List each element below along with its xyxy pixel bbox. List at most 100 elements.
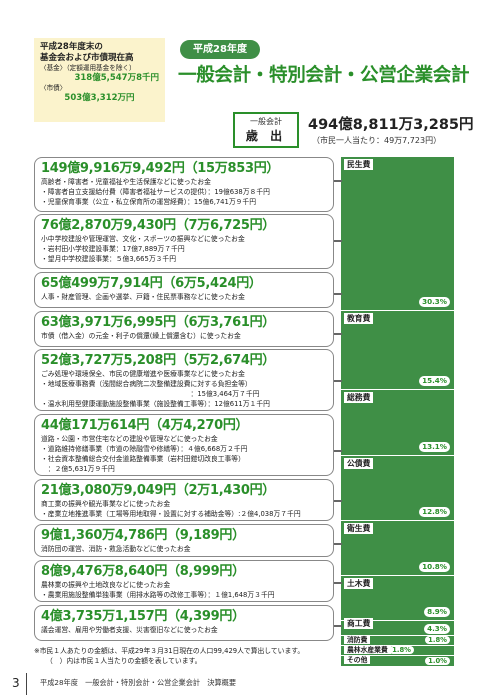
item-detail: ・地域医療事務費（浅間総合病院二次整備建設費に対する負担金等） — [41, 380, 252, 388]
item-description: ごみ処理や環境保全、市民の健康増進や医療事業などに使ったお金 — [41, 370, 245, 378]
item-description: 議会運営、雇用や労働者支援、災害復旧などに使ったお金 — [41, 626, 218, 634]
footnote-parentheses: （ ）内は市民１人当たりの金額を表しています。 — [46, 657, 202, 665]
fund-label: 〈基金〉（定額運用基金を除く） — [40, 64, 136, 73]
segment-pct-sanitation: 10.8% — [419, 562, 450, 572]
expense-item-agriculture: 8億9,476万8,640円（8,999円） 農林業の振興や土地改良などに使った… — [34, 560, 334, 602]
item-amount: 4億3,735万1,157円（4,399円） — [41, 609, 245, 624]
item-detail: ・望月中学校建設事業：５億3,665万３千円 — [41, 255, 177, 263]
expense-item-sanitation: 52億3,727万5,208円（5万2,674円） ごみ処理や環境保全、市民の健… — [34, 349, 334, 411]
segment-label-commerce: 商工費 — [344, 618, 374, 629]
expense-item-public-debt: 63億3,971万6,995円（6万3,761円） 市債（借入金）の元金・利子の… — [34, 311, 334, 347]
bar-segment-welfare: 民生費 30.3% — [341, 157, 454, 311]
item-amount: 149億9,916万9,492円（15万853円） — [41, 161, 280, 176]
bar-segment-civil-engineering: 土木費 8.9% — [341, 576, 454, 621]
segment-pct-education: 15.4% — [419, 376, 450, 386]
item-description: 小中学校建設や管理運営、文化・スポーツの振興などに使ったお金 — [41, 235, 245, 243]
item-amount: 9億1,360万4,786円（9,189円） — [41, 528, 245, 543]
segment-pct-other: 1.0% — [425, 657, 450, 665]
expense-item-welfare: 149億9,916万9,492円（15万853円） 高齢者・障害者・児童福祉や生… — [34, 157, 334, 212]
item-detail: ：15億3,464万７千円 — [41, 390, 260, 398]
footer-text: 平成28年度 一般会計・特別会計・公営企業会計 決算概要 — [40, 678, 237, 687]
connector-sanitation — [334, 380, 342, 382]
segment-label-other: その他 — [344, 656, 371, 664]
item-detail: ・農業用施設整備単独事業（用排水路等の改修工事等）：１億1,648万３千円 — [41, 591, 275, 599]
item-detail: ・岩村田小学校建設事業：17億7,889万７千円 — [41, 245, 185, 253]
expense-box-line2: 歳 出 — [245, 129, 287, 143]
bar-segment-fire: 消防費 1.8% — [341, 636, 454, 646]
year-badge: 平成28年度 — [180, 40, 260, 59]
item-description: 人事・財産管理、企画や選挙、戸籍・住民票事務などに使ったお金 — [41, 293, 245, 301]
item-amount: 63億3,971万6,995円（6万3,761円） — [41, 315, 275, 330]
segment-pct-commerce: 4.3% — [424, 624, 450, 634]
item-description: 高齢者・障害者・児童福祉や生活保護などに使ったお金 — [41, 178, 211, 186]
bar-segment-general-affairs: 総務費 13.1% — [341, 390, 454, 456]
segment-pct-general-affairs: 13.1% — [419, 442, 450, 452]
connector-commerce — [334, 500, 342, 502]
item-description: 商工業の振興や観光事業などに使ったお金 — [41, 500, 171, 508]
item-detail: ・障害者自立支援給付費（障害者福祉サービスの提供）：19億638万８千円 — [41, 188, 270, 196]
bar-segment-commerce: 商工費 4.3% — [341, 618, 454, 636]
info-title-line2: 基金会および市債現在高 — [40, 53, 134, 64]
connector-agriculture — [334, 582, 342, 584]
expense-item-civil-engineering: 44億171万614円（4万4,270円） 道路・公園・市営住宅などの建設や管理… — [34, 414, 334, 476]
item-detail: ・温水利用型健康運動施設整備事業（施設整備工事等）：12億611万１千円 — [41, 400, 270, 408]
item-detail: ：２億5,631万９千円 — [41, 465, 115, 473]
item-description: 道路・公園・市営住宅などの建設や管理などに使ったお金 — [41, 435, 218, 443]
connector-welfare — [334, 180, 342, 182]
segment-pct-welfare: 30.3% — [419, 297, 450, 307]
connector-general-affairs — [334, 293, 342, 295]
page-title: 一般会計・特別会計・公営企業会計 — [178, 65, 470, 86]
total-expenditure: 494億8,811万3,285円 — [308, 117, 474, 133]
item-amount: 76億2,870万9,430円（7万6,725円） — [41, 218, 275, 233]
connector-public-debt — [334, 333, 342, 335]
item-description: 消防団の運営、消防・救急活動などに使ったお金 — [41, 545, 191, 553]
connector-education — [334, 240, 342, 242]
segment-label-general-affairs: 総務費 — [344, 392, 374, 403]
segment-label-agriculture: 農林水産業費 — [344, 646, 391, 654]
general-account-expense-box: 一般会計 歳 出 — [233, 112, 299, 148]
expense-item-fire: 9億1,360万4,786円（9,189円） 消防団の運営、消防・救急活動などに… — [34, 524, 334, 557]
segment-pct-agriculture: 1.8% — [389, 646, 414, 654]
connector-fire — [334, 543, 342, 545]
segment-pct-public-debt: 12.8% — [419, 507, 450, 517]
fund-amount: 318億5,547万8千円 — [74, 72, 159, 83]
bar-segment-sanitation: 衛生費 10.8% — [341, 521, 454, 576]
bar-segment-education: 教育費 15.4% — [341, 311, 454, 390]
item-description: 農林業の振興や土地改良などに使ったお金 — [41, 581, 171, 589]
item-amount: 65億499万7,914円（6万5,424円） — [41, 276, 262, 291]
segment-label-civil-engineering: 土木費 — [344, 578, 374, 589]
segment-label-welfare: 民生費 — [344, 159, 374, 170]
connector-civil-engineering — [334, 450, 342, 452]
expense-item-other: 4億3,735万1,157円（4,399円） 議会運営、雇用や労働者支援、災害復… — [34, 605, 334, 641]
item-description: 市債（借入金）の元金・利子の償還(繰上償還含む）に使ったお金 — [41, 332, 241, 340]
page-footer: 3 平成28年度 一般会計・特別会計・公営企業会計 決算概要 — [0, 673, 494, 700]
page-number: 3 — [12, 676, 20, 690]
bar-segment-public-debt: 公債費 12.8% — [341, 456, 454, 521]
segment-pct-civil-engineering: 8.9% — [424, 607, 450, 617]
item-amount: 8億9,476万8,640円（8,999円） — [41, 564, 245, 579]
item-amount: 52億3,727万5,208円（5万2,674円） — [41, 353, 275, 368]
segment-label-fire: 消防費 — [344, 636, 371, 644]
item-amount: 21億3,080万9,049円（2万1,430円） — [41, 483, 275, 498]
item-detail: ・道路維持修繕事業（市道の除融雪や修繕等）：４億6,668万２千円 — [41, 445, 248, 453]
bond-amount: 503億3,312万円 — [64, 93, 135, 104]
expense-item-education: 76億2,870万9,430円（7万6,725円） 小中学校建設や管理運営、文化… — [34, 214, 334, 269]
connector-other — [334, 625, 342, 627]
segment-label-sanitation: 衛生費 — [344, 523, 374, 534]
footer-divider — [26, 673, 27, 695]
item-detail: ・産業立地推進事業（工場等用地取得・設置に対する補助金等）:２億4,038万７千… — [41, 510, 301, 518]
item-detail: ・社会資本整備総合交付金道路整備事業（岩村田鎧切改良工事等） — [41, 455, 245, 463]
expense-box-line1: 一般会計 — [250, 117, 282, 126]
item-detail: ・児童保育事業（公立・私立保育所の運営経費）：15億6,741万９千円 — [41, 198, 257, 206]
segment-label-education: 教育費 — [344, 313, 374, 324]
item-amount: 44億171万614円（4万4,270円） — [41, 418, 249, 433]
bar-segment-agriculture: 農林水産業費 1.8% — [341, 646, 454, 656]
bond-label: 〈市債〉 — [40, 84, 67, 93]
expense-item-general-affairs: 65億499万7,914円（6万5,424円） 人事・財産管理、企画や選挙、戸籍… — [34, 272, 334, 308]
info-title-line1: 平成28年度末の — [40, 42, 103, 52]
expense-item-commerce: 21億3,080万9,049円（2万1,430円） 商工業の振興や観光事業などに… — [34, 479, 334, 521]
bar-segment-other: その他 1.0% — [341, 656, 454, 666]
segment-pct-fire: 1.8% — [425, 636, 450, 644]
footnote-per-capita: ※市民１人あたりの金額は、平成29年３月31日現在の人口99,429人で算出して… — [34, 647, 305, 655]
segment-label-public-debt: 公債費 — [344, 458, 374, 469]
